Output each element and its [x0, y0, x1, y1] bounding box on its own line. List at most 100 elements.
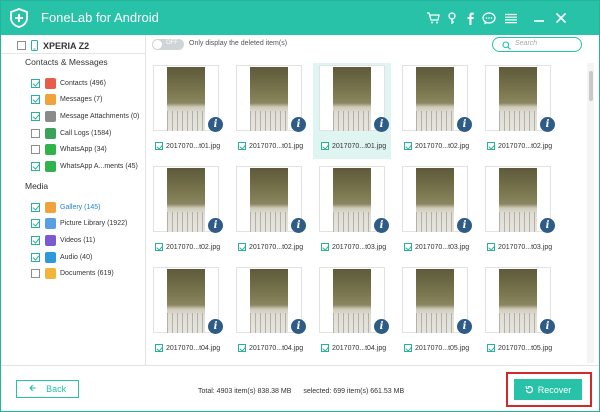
- info-icon[interactable]: i: [291, 117, 306, 132]
- photo-thumbnail[interactable]: i: [485, 166, 555, 233]
- photo-item[interactable]: i 2017070...t01.jpg: [313, 63, 391, 159]
- photo-thumbnail[interactable]: i: [319, 65, 389, 132]
- photo-checkbox[interactable]: [487, 243, 495, 251]
- photo-item[interactable]: i 2017070...t02.jpg: [396, 63, 474, 159]
- sidebar-item[interactable]: Messages (7): [31, 94, 102, 106]
- photo-item[interactable]: i 2017070...t03.jpg: [479, 164, 557, 260]
- photo-checkbox[interactable]: [487, 142, 495, 150]
- sidebar-item-checkbox[interactable]: [31, 235, 40, 245]
- sidebar-item[interactable]: Documents (619): [31, 268, 114, 280]
- photo-filename: 2017070...t02.jpg: [166, 243, 221, 251]
- photo-thumbnail[interactable]: i: [402, 166, 472, 233]
- sidebar-item[interactable]: Audio (40): [31, 251, 92, 263]
- info-icon[interactable]: i: [374, 319, 389, 334]
- photo-thumbnail[interactable]: i: [485, 65, 555, 132]
- photo-thumbnail[interactable]: i: [485, 267, 555, 334]
- photo-item[interactable]: i 2017070...t04.jpg: [313, 265, 391, 361]
- sidebar-item-checkbox[interactable]: [31, 202, 40, 212]
- sidebar-item[interactable]: WhatsApp A...ments (45): [31, 161, 138, 173]
- photo-thumbnail[interactable]: i: [236, 166, 306, 233]
- photo-checkbox[interactable]: [404, 243, 412, 251]
- photo-thumbnail[interactable]: i: [236, 267, 306, 334]
- info-icon[interactable]: i: [291, 319, 306, 334]
- sidebar-item-checkbox[interactable]: [31, 78, 40, 88]
- device-row[interactable]: XPERIA Z2: [17, 40, 89, 51]
- back-button[interactable]: 🡰 Back: [16, 380, 79, 398]
- photo-checkbox[interactable]: [238, 142, 246, 150]
- photo-item[interactable]: i 2017070...t05.jpg: [396, 265, 474, 361]
- photo-item[interactable]: i 2017070...t04.jpg: [147, 265, 225, 361]
- photo-item[interactable]: i 2017070...t05.jpg: [479, 265, 557, 361]
- info-icon[interactable]: i: [374, 117, 389, 132]
- deleted-only-toggle[interactable]: OFF: [152, 39, 184, 50]
- photo-thumbnail[interactable]: i: [319, 267, 389, 334]
- photo-checkbox[interactable]: [487, 344, 495, 352]
- photo-item[interactable]: i 2017070...t03.jpg: [396, 164, 474, 260]
- sidebar-item-checkbox[interactable]: [31, 128, 40, 138]
- sidebar-item-checkbox[interactable]: [31, 145, 40, 155]
- sidebar-item[interactable]: Picture Library (1922): [31, 218, 127, 230]
- sidebar-item[interactable]: Call Logs (1584): [31, 127, 111, 139]
- device-checkbox[interactable]: [17, 41, 26, 50]
- sidebar-item-checkbox[interactable]: [31, 219, 40, 229]
- photo-checkbox[interactable]: [404, 344, 412, 352]
- photo-checkbox[interactable]: [321, 243, 329, 251]
- sidebar-item-checkbox[interactable]: [31, 95, 40, 105]
- photo-item[interactable]: i 2017070...t01.jpg: [147, 63, 225, 159]
- info-icon[interactable]: i: [208, 319, 223, 334]
- photo-checkbox[interactable]: [238, 243, 246, 251]
- sidebar-item-checkbox[interactable]: [31, 252, 40, 262]
- facebook-icon[interactable]: [462, 10, 478, 26]
- photo-thumbnail[interactable]: i: [402, 65, 472, 132]
- sidebar-item-checkbox[interactable]: [31, 269, 40, 279]
- photo-thumbnail[interactable]: i: [402, 267, 472, 334]
- info-icon[interactable]: i: [208, 117, 223, 132]
- key-icon[interactable]: [444, 10, 460, 26]
- photo-checkbox[interactable]: [404, 142, 412, 150]
- menu-icon[interactable]: [503, 10, 519, 26]
- cart-icon[interactable]: [425, 10, 441, 26]
- scrollbar-track[interactable]: [587, 63, 594, 363]
- minimize-icon[interactable]: [531, 10, 547, 26]
- sidebar-item[interactable]: Contacts (496): [31, 77, 106, 89]
- recover-button[interactable]: Recover: [514, 379, 582, 400]
- sidebar-item[interactable]: Gallery (145): [31, 201, 100, 213]
- photo-thumbnail[interactable]: i: [153, 65, 223, 132]
- scrollbar-thumb[interactable]: [589, 71, 593, 101]
- photo-image: [250, 168, 288, 232]
- photo-item[interactable]: i 2017070...t02.jpg: [479, 63, 557, 159]
- photo-checkbox[interactable]: [321, 142, 329, 150]
- info-icon[interactable]: i: [540, 218, 555, 233]
- info-icon[interactable]: i: [457, 319, 472, 334]
- photo-filename: 2017070...t04.jpg: [166, 344, 221, 352]
- photo-checkbox[interactable]: [155, 142, 163, 150]
- photo-item[interactable]: i 2017070...t04.jpg: [230, 265, 308, 361]
- photo-checkbox[interactable]: [321, 344, 329, 352]
- photo-checkbox[interactable]: [238, 344, 246, 352]
- info-icon[interactable]: i: [374, 218, 389, 233]
- photo-checkbox[interactable]: [155, 243, 163, 251]
- photo-thumbnail[interactable]: i: [153, 166, 223, 233]
- photo-item[interactable]: i 2017070...t03.jpg: [313, 164, 391, 260]
- info-icon[interactable]: i: [457, 117, 472, 132]
- photo-thumbnail[interactable]: i: [319, 166, 389, 233]
- chat-icon[interactable]: [481, 10, 497, 26]
- search-input[interactable]: Search: [492, 37, 582, 52]
- info-icon[interactable]: i: [291, 218, 306, 233]
- info-icon[interactable]: i: [540, 117, 555, 132]
- sidebar-item[interactable]: Message Attachments (0): [31, 110, 139, 122]
- photo-item[interactable]: i 2017070...t02.jpg: [230, 164, 308, 260]
- photo-thumbnail[interactable]: i: [236, 65, 306, 132]
- sidebar-item-checkbox[interactable]: [31, 162, 40, 171]
- sidebar-item[interactable]: Videos (11): [31, 234, 95, 246]
- close-icon[interactable]: [553, 10, 569, 26]
- info-icon[interactable]: i: [540, 319, 555, 334]
- info-icon[interactable]: i: [208, 218, 223, 233]
- sidebar-item[interactable]: WhatsApp (34): [31, 144, 107, 156]
- sidebar-item-checkbox[interactable]: [31, 111, 40, 121]
- photo-item[interactable]: i 2017070...t01.jpg: [230, 63, 308, 159]
- photo-checkbox[interactable]: [155, 344, 163, 352]
- photo-thumbnail[interactable]: i: [153, 267, 223, 334]
- info-icon[interactable]: i: [457, 218, 472, 233]
- photo-item[interactable]: i 2017070...t02.jpg: [147, 164, 225, 260]
